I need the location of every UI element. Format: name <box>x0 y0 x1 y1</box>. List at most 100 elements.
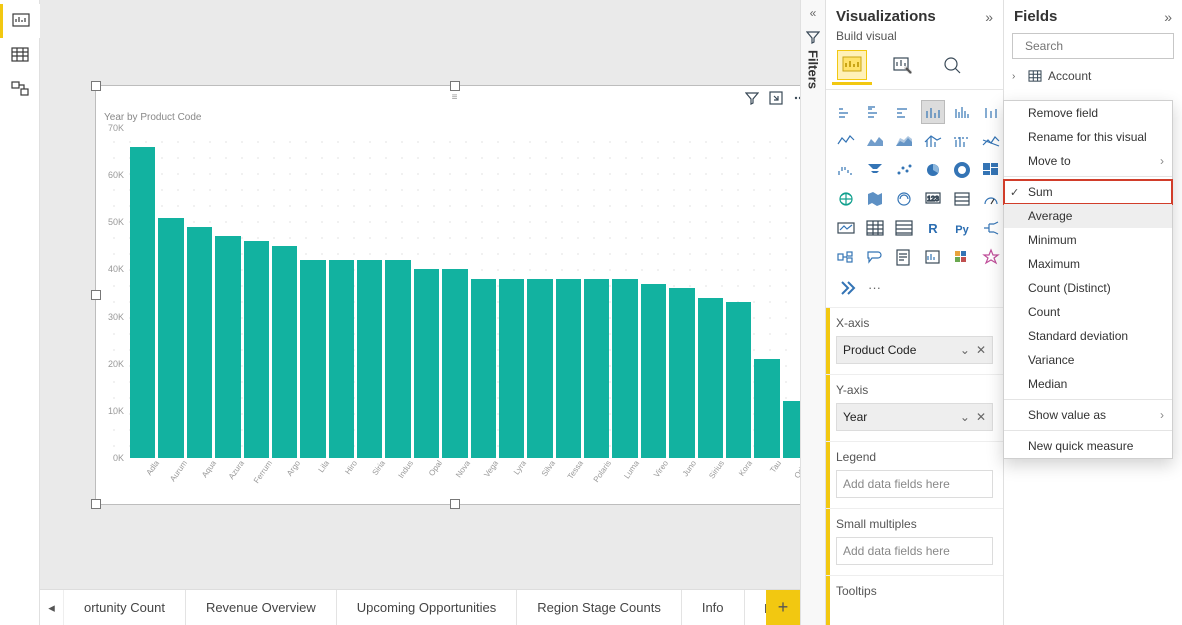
viz-type-icon[interactable]: 123 <box>921 187 945 211</box>
viz-type-icon[interactable] <box>863 129 887 153</box>
page-tab[interactable]: Region Stage Counts <box>517 590 682 625</box>
expand-filters-button[interactable]: « <box>810 6 817 20</box>
tab-scroll-left[interactable]: ◂ <box>40 590 64 625</box>
chart-bar[interactable] <box>527 279 552 458</box>
chart-bar[interactable] <box>272 246 297 458</box>
viz-type-icon[interactable] <box>950 245 974 269</box>
viz-type-icon[interactable] <box>921 100 945 124</box>
resize-handle-bl[interactable] <box>91 499 101 509</box>
viz-type-icon[interactable] <box>950 158 974 182</box>
chart-bar[interactable] <box>612 279 637 458</box>
page-tab[interactable]: Upcoming Opportunities <box>337 590 517 625</box>
more-options-button[interactable] <box>792 90 800 106</box>
chart-bar[interactable] <box>641 284 666 458</box>
viz-type-icon[interactable] <box>892 216 916 240</box>
viz-type-icon[interactable] <box>834 216 858 240</box>
chart-bar[interactable] <box>158 218 183 458</box>
viz-type-icon[interactable] <box>979 158 1003 182</box>
context-menu-item[interactable]: ✓Sum <box>1004 180 1172 204</box>
x-axis-field-dropdown[interactable]: ⌄ <box>960 343 970 357</box>
viz-type-icon[interactable] <box>921 129 945 153</box>
viz-type-icon[interactable] <box>863 100 887 124</box>
x-axis-well[interactable]: Product Code ⌄ ✕ <box>836 336 993 364</box>
model-view-button[interactable] <box>0 72 40 106</box>
context-menu-item[interactable]: Average <box>1004 204 1172 228</box>
selected-visual[interactable]: ≡ Year by Product Code 0K10K20K30K40 <box>95 85 800 505</box>
chart-bar[interactable] <box>556 279 581 458</box>
viz-type-icon[interactable] <box>892 245 916 269</box>
context-menu-item[interactable]: Standard deviation <box>1004 324 1172 348</box>
chart-bar[interactable] <box>130 147 155 458</box>
chart-bar[interactable] <box>584 279 609 458</box>
data-view-button[interactable] <box>0 38 40 72</box>
viz-type-icon[interactable] <box>892 187 916 211</box>
resize-handle-bm[interactable] <box>450 499 460 509</box>
format-tab[interactable] <box>888 51 916 79</box>
viz-type-icon[interactable] <box>834 100 858 124</box>
legend-well[interactable]: Add data fields here <box>836 470 993 498</box>
visual-drag-grip[interactable]: ≡ <box>452 92 459 103</box>
field-table-row[interactable]: ›Account <box>1012 65 1174 87</box>
viz-type-icon[interactable] <box>834 187 858 211</box>
visual-filter-icon[interactable] <box>744 90 760 106</box>
viz-type-icon[interactable] <box>863 187 887 211</box>
resize-handle-tm[interactable] <box>450 81 460 91</box>
filters-pane-label[interactable]: Filters <box>806 50 821 89</box>
viz-type-icon[interactable] <box>979 216 1003 240</box>
chart-bar[interactable] <box>414 269 439 458</box>
viz-type-icon[interactable] <box>979 100 1003 124</box>
chart-bar[interactable] <box>471 279 496 458</box>
field-search-box[interactable] <box>1012 33 1174 59</box>
viz-type-icon[interactable] <box>863 216 887 240</box>
viz-type-icon[interactable]: R <box>921 216 945 240</box>
chart-bar[interactable] <box>385 260 410 458</box>
chart-bar[interactable] <box>754 359 779 458</box>
viz-type-icon[interactable] <box>950 100 974 124</box>
page-tab[interactable]: ortunity Count <box>64 590 186 625</box>
page-tab[interactable]: Revenue Overview <box>186 590 337 625</box>
viz-type-icon[interactable] <box>892 129 916 153</box>
viz-type-icon[interactable] <box>863 245 887 269</box>
chart-bar[interactable] <box>300 260 325 458</box>
viz-grid-more-button[interactable]: ··· <box>868 280 881 295</box>
viz-type-icon[interactable] <box>979 129 1003 153</box>
viz-type-icon[interactable]: Py <box>950 216 974 240</box>
context-menu-item[interactable]: Rename for this visual <box>1004 125 1172 149</box>
resize-handle-tl[interactable] <box>91 81 101 91</box>
chart-bar[interactable] <box>783 401 800 458</box>
chart-bar[interactable] <box>669 288 694 458</box>
chart-bar[interactable] <box>442 269 467 458</box>
context-menu-item[interactable]: Count <box>1004 300 1172 324</box>
y-axis-well[interactable]: Year ⌄ ✕ <box>836 403 993 431</box>
viz-type-icon[interactable] <box>979 187 1003 211</box>
context-menu-item[interactable]: Remove field <box>1004 101 1172 125</box>
focus-mode-button[interactable] <box>768 90 784 106</box>
viz-type-icon[interactable] <box>921 158 945 182</box>
collapse-visualizations-button[interactable]: » <box>985 9 993 25</box>
chart-bar[interactable] <box>698 298 723 458</box>
chart-bar[interactable] <box>244 241 269 458</box>
viz-type-icon[interactable] <box>892 158 916 182</box>
context-menu-item[interactable]: Move to› <box>1004 149 1172 173</box>
viz-type-icon[interactable] <box>892 100 916 124</box>
x-axis-field-remove[interactable]: ✕ <box>976 343 986 357</box>
collapse-fields-button[interactable]: » <box>1164 9 1172 25</box>
viz-type-icon[interactable] <box>950 187 974 211</box>
add-page-button[interactable]: + <box>766 590 800 625</box>
report-canvas[interactable]: ≡ Year by Product Code 0K10K20K30K40 <box>40 0 800 625</box>
get-more-visuals-button[interactable] <box>836 275 860 299</box>
viz-type-icon[interactable] <box>834 158 858 182</box>
y-axis-field-dropdown[interactable]: ⌄ <box>960 410 970 424</box>
chart-bar[interactable] <box>726 302 751 458</box>
build-tab[interactable] <box>838 51 866 79</box>
context-menu-item[interactable]: Maximum <box>1004 252 1172 276</box>
context-menu-item[interactable]: New quick measure <box>1004 434 1172 458</box>
field-search-input[interactable] <box>1025 39 1180 53</box>
report-view-button[interactable] <box>0 4 40 38</box>
viz-type-icon[interactable] <box>834 129 858 153</box>
chart-bar[interactable] <box>329 260 354 458</box>
chart-bar[interactable] <box>215 236 240 458</box>
chart-bar[interactable] <box>187 227 212 458</box>
small-multiples-well[interactable]: Add data fields here <box>836 537 993 565</box>
viz-type-icon[interactable] <box>950 129 974 153</box>
